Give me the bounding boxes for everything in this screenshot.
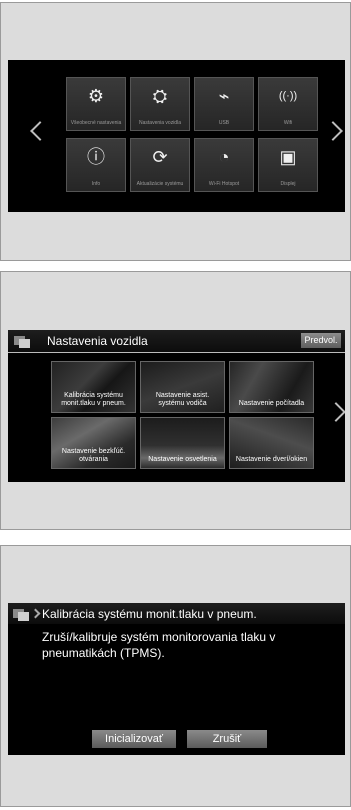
tile-label: Nastavenie bezkľúč. otvárania	[61, 448, 126, 463]
tpms-calibration-panel: Kalibrácia systému monit.tlaku v pneum. …	[0, 545, 351, 807]
tile-display[interactable]: ▣ Displej	[258, 138, 318, 192]
tile-system-updates[interactable]: ⟳ Aktualizácie systému	[130, 138, 190, 192]
tile-vehicle-settings[interactable]: ⛭ Nastavenia vozidla	[130, 77, 190, 131]
usb-icon: ⌁	[218, 86, 230, 106]
tile-label: Aktualizácie systému	[136, 181, 184, 187]
tile-label: Nastavenie počítadla	[238, 400, 305, 407]
title-bar: Nastavenia vozidla Predvol.	[8, 330, 345, 353]
title-bar: Kalibrácia systému monit.tlaku v pneum.	[8, 603, 345, 624]
refresh-icon: ⟳	[152, 147, 168, 167]
tile-label: Wifi	[283, 120, 293, 126]
keyless-access-tile[interactable]: Nastavenie bezkľúč. otvárania	[51, 417, 136, 469]
tile-info[interactable]: ⓘ Info	[66, 138, 126, 192]
description-text: Zruší/kalibruje systém monitorovania tla…	[42, 630, 276, 660]
lighting-setup-tile[interactable]: Nastavenie osvetlenia	[140, 417, 225, 469]
info-icon: ⓘ	[87, 147, 105, 167]
gear-icon: ⚙	[87, 86, 105, 106]
tile-label: Nastavenie osvetlenia	[148, 456, 217, 463]
tile-label: Wi-Fi Hotspot	[208, 181, 240, 187]
presets-button[interactable]: Predvol.	[301, 333, 341, 348]
wifi-signal-icon: ◔	[218, 147, 230, 167]
settings-folder-icon	[13, 607, 29, 621]
tile-usb[interactable]: ⌁ USB	[194, 77, 254, 131]
settings-folder-icon	[14, 334, 30, 348]
next-page-arrow[interactable]	[323, 121, 343, 141]
previous-page-arrow[interactable]	[30, 121, 50, 141]
tile-label: USB	[218, 120, 230, 126]
tile-label: Nastavenie dverí/okien	[235, 456, 308, 463]
home-menu-panel: ⚙ Všeobecné nastavenia ⛭ Nastavenia vozi…	[0, 2, 351, 261]
home-screen: ⚙ Všeobecné nastavenia ⛭ Nastavenia vozi…	[8, 60, 345, 212]
tile-wifi-hotspot[interactable]: ◔ Wi-Fi Hotspot	[194, 138, 254, 192]
tile-label: Všeobecné nastavenia	[70, 120, 122, 126]
page-title: Kalibrácia systému monit.tlaku v pneum.	[42, 607, 257, 621]
tile-label: Kalibrácia systému monit.tlaku v pneum.	[61, 392, 126, 407]
vehicle-settings-panel: Nastavenia vozidla Predvol. Kalibrácia s…	[0, 271, 351, 530]
cancel-button[interactable]: Zrušiť	[187, 730, 267, 748]
tile-label: Info	[91, 181, 101, 187]
tile-label: Displej	[280, 181, 296, 187]
tpms-screen: Kalibrácia systému monit.tlaku v pneum. …	[8, 603, 345, 755]
tpms-calibration-tile[interactable]: Kalibrácia systému monit.tlaku v pneum.	[51, 361, 136, 413]
display-icon: ▣	[279, 147, 297, 167]
initialize-button[interactable]: Inicializovať	[92, 730, 176, 748]
wifi-icon: ((·))	[278, 90, 298, 102]
tile-label: Nastavenie asist. systému vodiča	[155, 392, 210, 407]
tile-general-settings[interactable]: ⚙ Všeobecné nastavenia	[66, 77, 126, 131]
breadcrumb-chevron-icon	[30, 608, 41, 619]
meter-setup-tile[interactable]: Nastavenie počítadla	[229, 361, 314, 413]
door-window-setup-tile[interactable]: Nastavenie dverí/okien	[229, 417, 314, 469]
tile-label: Nastavenia vozidla	[139, 120, 181, 126]
page-indicator	[8, 203, 345, 212]
vehicle-settings-screen: Nastavenia vozidla Predvol. Kalibrácia s…	[8, 330, 345, 482]
page-title: Nastavenia vozidla	[47, 334, 148, 348]
tile-wifi[interactable]: ((·)) Wifi	[258, 77, 318, 131]
car-settings-icon: ⛭	[152, 86, 168, 106]
next-page-arrow[interactable]	[326, 402, 345, 422]
page-indicator	[8, 474, 345, 482]
driver-assist-tile[interactable]: Nastavenie asist. systému vodiča	[140, 361, 225, 413]
